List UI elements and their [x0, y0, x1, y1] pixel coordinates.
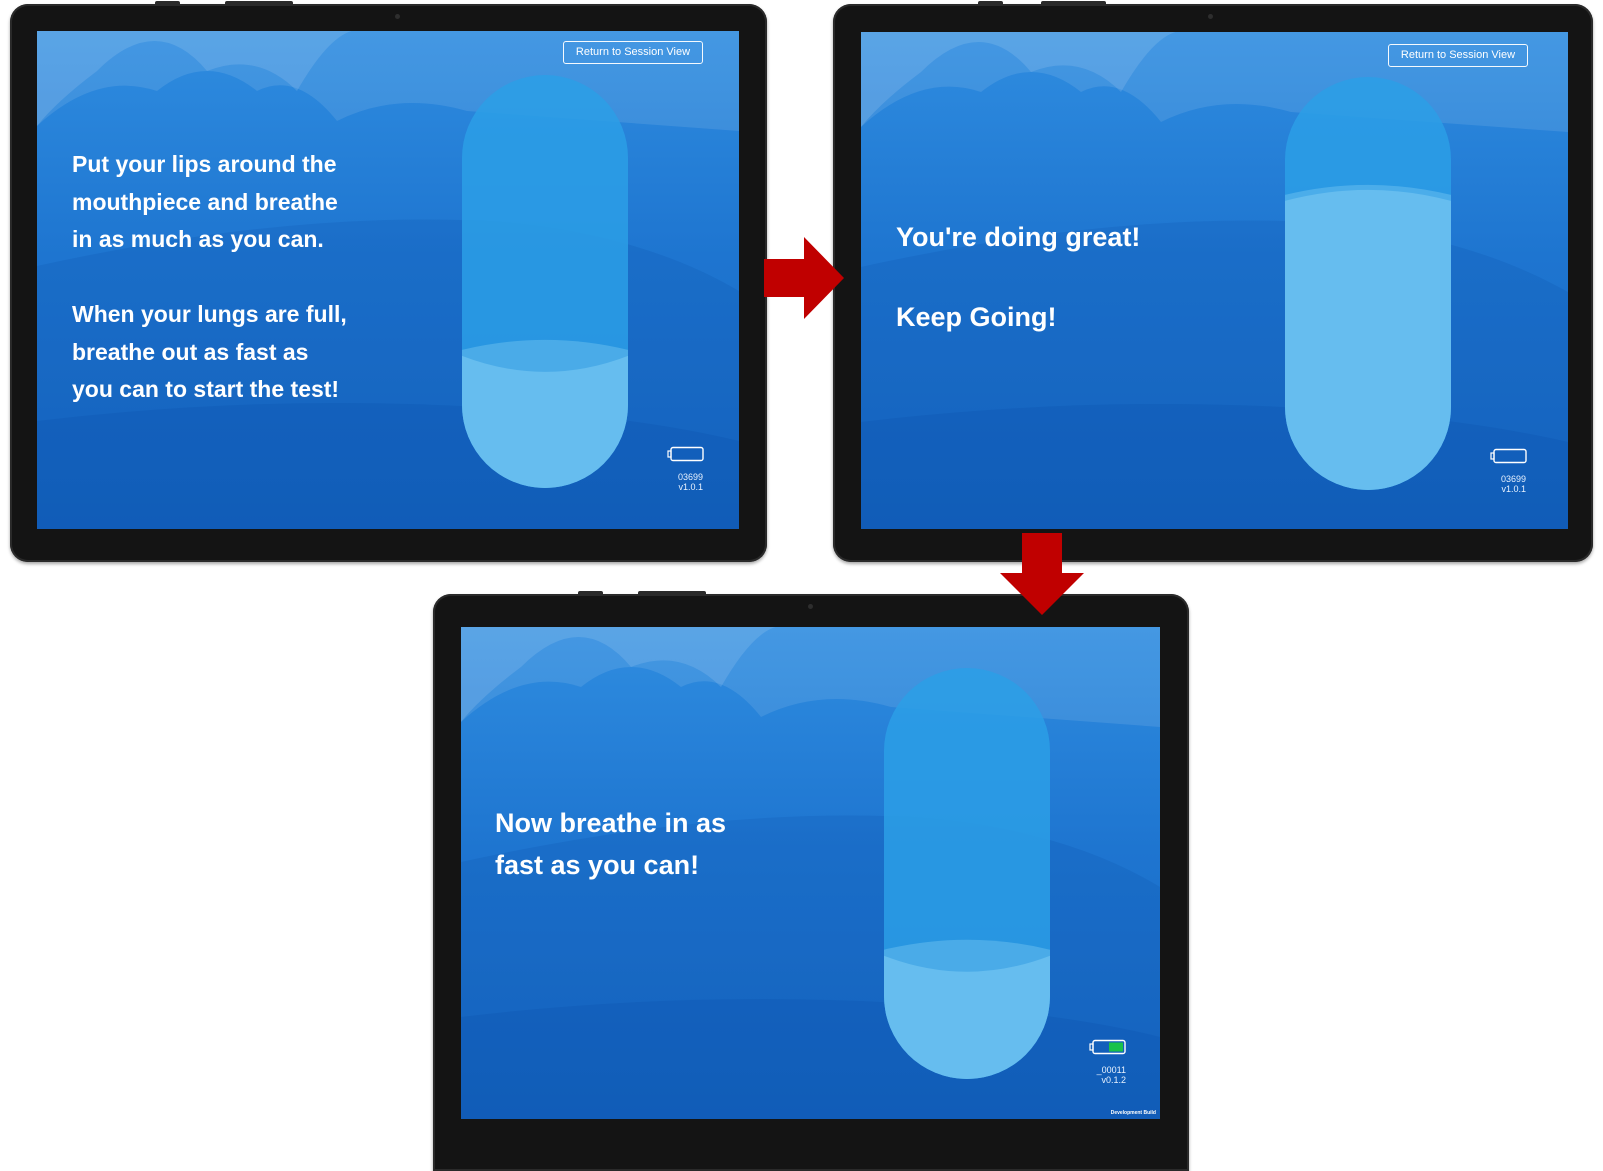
screen-1: Return to Session View Put your lips aro… [37, 31, 739, 529]
breath-gauge-svg [1285, 77, 1451, 490]
instruction-line: When your lungs are full, [72, 301, 347, 327]
gauge-fill [462, 355, 628, 488]
breath-gauge-svg [462, 75, 628, 488]
instruction-line: Keep Going! [896, 302, 1057, 332]
battery-icon-svg [1089, 1039, 1126, 1055]
return-to-session-button[interactable]: Return to Session View [1388, 44, 1528, 67]
instruction-spacer [72, 259, 347, 297]
instruction-spacer [896, 257, 1140, 297]
breath-gauge [884, 668, 1050, 1079]
device-id: 03699 [677, 472, 703, 482]
down-arrow-icon [1000, 533, 1084, 615]
instruction-line: you can to start the test! [72, 376, 340, 402]
instruction-text: Now breathe in as fast as you can! [495, 802, 726, 886]
screen-2: Return to Session View You're doing grea… [861, 32, 1568, 529]
battery-icon [1490, 448, 1528, 469]
device-info: 03699 v1.0.1 [1476, 474, 1526, 494]
battery-icon-svg [667, 446, 704, 462]
device-info: _00011 v0.1.2 [1076, 1065, 1126, 1085]
instruction-line: Put your lips around the [72, 151, 337, 177]
tablet-2: Return to Session View You're doing grea… [833, 1, 1593, 562]
gauge-fill [1285, 189, 1451, 490]
tablet-1: Return to Session View Put your lips aro… [10, 1, 767, 562]
app-version: v1.0.1 [678, 482, 703, 492]
battery-icon-svg [1490, 448, 1527, 464]
tablet-3: Now breathe in as fast as you can! _0001… [433, 591, 1189, 1171]
app-version: v1.0.1 [1501, 484, 1526, 494]
app-version: v0.1.2 [1101, 1075, 1126, 1085]
screen-3: Now breathe in as fast as you can! _0001… [461, 627, 1160, 1119]
instruction-line: fast as you can! [495, 850, 700, 880]
right-arrow-icon [764, 237, 844, 319]
development-build-label: Development Build [1110, 1110, 1156, 1116]
breath-gauge [1285, 77, 1451, 490]
battery-icon [667, 446, 705, 467]
battery-level [1109, 1042, 1123, 1052]
instruction-line: You're doing great! [896, 222, 1141, 252]
instruction-text: Put your lips around the mouthpiece and … [72, 146, 347, 409]
return-to-session-button[interactable]: Return to Session View [563, 41, 703, 64]
device-id: _00011 [1096, 1065, 1126, 1075]
battery-icon [1089, 1039, 1127, 1060]
device-id: 03699 [1500, 474, 1526, 484]
instruction-text: You're doing great! Keep Going! [896, 217, 1140, 337]
breath-gauge [462, 75, 628, 488]
device-info: 03699 v1.0.1 [653, 472, 703, 492]
instruction-line: Now breathe in as [495, 808, 727, 838]
gauge-fill [884, 955, 1050, 1079]
instruction-line: mouthpiece and breathe [72, 188, 338, 215]
instruction-line: in as much as you can. [72, 226, 324, 252]
breath-gauge-svg [884, 668, 1050, 1079]
instruction-line: breathe out as fast as [72, 338, 309, 365]
